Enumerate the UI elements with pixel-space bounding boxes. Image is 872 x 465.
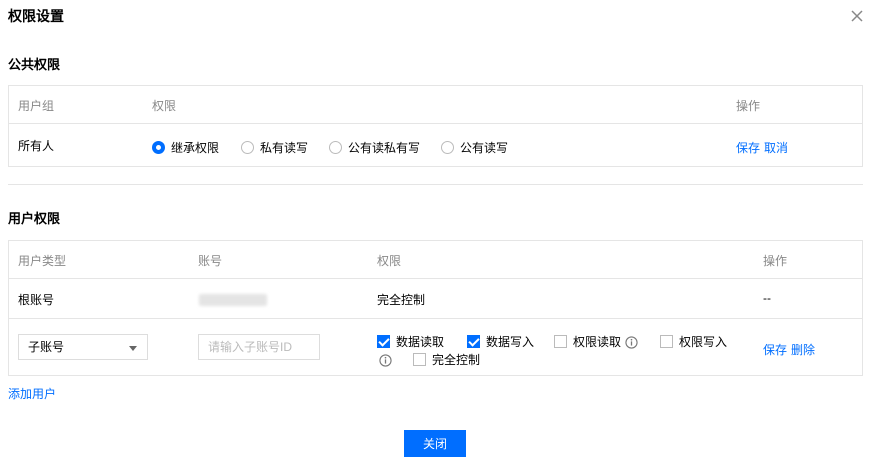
cancel-link[interactable]: 取消 [764, 141, 788, 155]
radio-dot [152, 141, 165, 154]
header-user-type: 用户类型 [18, 254, 67, 268]
chevron-down-icon [129, 346, 137, 351]
radio-label: 公有读私有写 [348, 141, 421, 155]
sub-account-actions: 保存 删除 [763, 341, 819, 358]
checkbox-label: 权限读取 [573, 335, 622, 349]
radio-public-read-private-write[interactable]: 公有读私有写 [329, 139, 420, 156]
root-action: -- [763, 291, 771, 305]
sub-account-id-input[interactable] [198, 334, 320, 360]
user-type-select[interactable]: 子账号 [18, 334, 148, 360]
checkbox-box [413, 353, 426, 366]
checkbox-label: 数据写入 [486, 335, 535, 349]
radio-label: 公有读写 [460, 141, 509, 155]
public-permission-table: 用户组 权限 操作 所有人 继承权限 私有读写 公有读私有写 公有读写 保存 取… [8, 85, 863, 167]
checkbox-box [377, 335, 390, 348]
header-action: 操作 [763, 254, 788, 268]
user-permission-title: 用户权限 [8, 211, 61, 226]
close-button[interactable]: 关闭 [404, 430, 466, 457]
close-icon[interactable] [848, 7, 866, 25]
radio-dot [441, 141, 454, 154]
checkbox-data-write[interactable]: 数据写入 [467, 333, 534, 350]
radio-inherit[interactable]: 继承权限 [152, 139, 219, 156]
user-type-value: 子账号 [28, 340, 65, 354]
root-account-row: 根账号 完全控制 -- [9, 279, 862, 319]
user-table-header: 用户类型 账号 权限 操作 [9, 241, 862, 279]
header-account: 账号 [198, 254, 223, 268]
checkbox-box [467, 335, 480, 348]
root-permission: 完全控制 [377, 293, 426, 307]
header-user-group: 用户组 [18, 99, 55, 113]
save-link[interactable]: 保存 [736, 141, 760, 155]
header-permission: 权限 [377, 254, 402, 268]
public-table-header: 用户组 权限 操作 [9, 86, 862, 124]
checkbox-permission-write[interactable]: 权限写入 [660, 333, 727, 350]
user-group-label: 所有人 [18, 139, 55, 153]
masked-account-id [199, 294, 267, 306]
info-icon[interactable] [379, 354, 392, 367]
header-action: 操作 [736, 99, 761, 113]
sub-account-row: 子账号 数据读取 数据写入 权限读取 [9, 319, 862, 375]
checkbox-permission-read[interactable]: 权限读取 [554, 333, 621, 350]
checkbox-label: 权限写入 [679, 335, 728, 349]
checkbox-full-control[interactable]: 完全控制 [413, 351, 480, 368]
header-permission: 权限 [152, 99, 177, 113]
checkbox-box [660, 335, 673, 348]
checkbox-box [554, 335, 567, 348]
checkbox-label: 数据读取 [396, 335, 445, 349]
dialog-title: 权限设置 [8, 8, 64, 24]
radio-label: 继承权限 [171, 141, 220, 155]
root-account-type: 根账号 [18, 293, 55, 307]
delete-link[interactable]: 删除 [791, 343, 815, 357]
section-divider [8, 184, 863, 185]
public-permission-title: 公共权限 [8, 57, 61, 72]
save-link[interactable]: 保存 [763, 343, 787, 357]
radio-private-rw[interactable]: 私有读写 [241, 139, 308, 156]
radio-dot [329, 141, 342, 154]
public-actions: 保存 取消 [736, 139, 792, 156]
public-row-everyone: 所有人 继承权限 私有读写 公有读私有写 公有读写 保存 取消 [9, 124, 862, 166]
radio-label: 私有读写 [260, 141, 309, 155]
checkbox-data-read[interactable]: 数据读取 [377, 333, 444, 350]
radio-public-rw[interactable]: 公有读写 [441, 139, 508, 156]
user-permission-table: 用户类型 账号 权限 操作 根账号 完全控制 -- 子账号 数据读取 数据写入 [8, 240, 863, 376]
checkbox-label: 完全控制 [432, 353, 481, 367]
add-user-link[interactable]: 添加用户 [8, 385, 56, 402]
info-icon[interactable] [625, 336, 638, 349]
radio-dot [241, 141, 254, 154]
